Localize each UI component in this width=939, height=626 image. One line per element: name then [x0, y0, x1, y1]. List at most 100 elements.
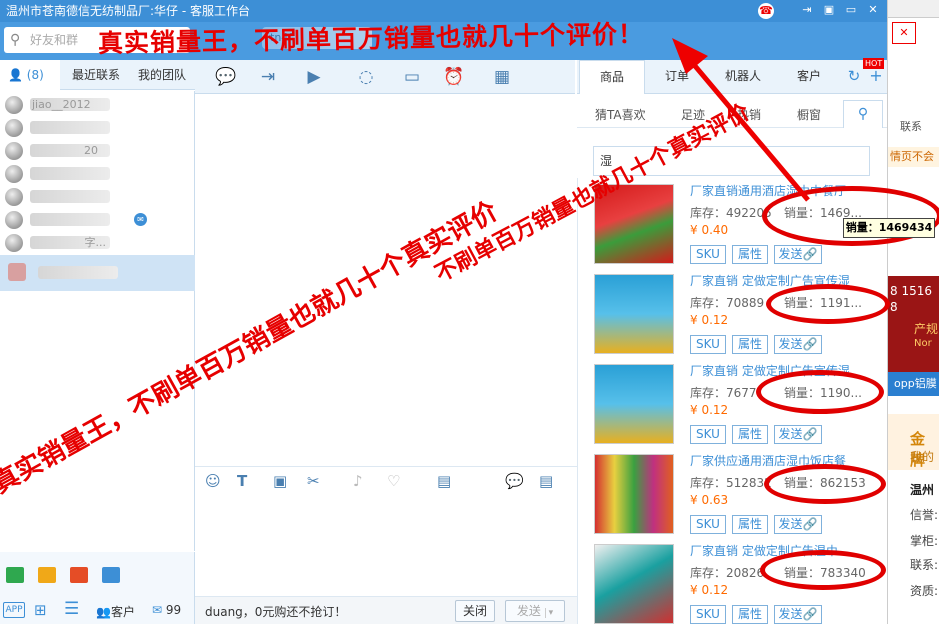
attribute-button[interactable]: 属性 — [732, 605, 768, 624]
scissors-icon[interactable]: ✂ — [307, 471, 320, 491]
image-icon[interactable]: ▣ — [273, 471, 287, 491]
contact-name — [38, 266, 118, 279]
send-product-button[interactable]: 发送🔗 — [774, 605, 822, 624]
sku-button[interactable]: SKU — [690, 605, 726, 624]
mail-button[interactable]: ✉ 99 — [152, 603, 181, 617]
customer-icon: 👥 — [96, 605, 111, 619]
contact-name: jiao__2012 — [30, 98, 110, 111]
send-product-label: 发送 — [778, 517, 803, 531]
sell-icon[interactable] — [102, 567, 120, 583]
product-stock: 库存：492205 — [690, 206, 772, 220]
customer-button[interactable]: 👥客户 — [96, 603, 135, 620]
chat-toolbar: 💬 ⇥ ▶ ◌ ▭ ⏰ ▦ — [195, 60, 575, 94]
message-input[interactable] — [195, 494, 577, 594]
list-item[interactable] — [0, 255, 195, 291]
edge-text: 温州 — [910, 483, 935, 497]
product-image[interactable] — [594, 364, 674, 444]
pin-icon[interactable]: ⇥ — [798, 2, 816, 18]
attribute-button[interactable]: 属性 — [732, 515, 768, 534]
avatar — [5, 142, 23, 160]
calendar-add-icon[interactable]: ▦ — [489, 66, 515, 88]
left-bottom-toolbar: APP ⊞ ☰ 👥客户 ✉ 99 — [0, 552, 195, 624]
font-icon[interactable]: T — [237, 471, 247, 491]
history-icon[interactable]: ▤ — [539, 471, 553, 491]
send-product-button[interactable]: 发送🔗 — [774, 335, 822, 354]
avatar — [5, 234, 23, 252]
list-item[interactable]: 20 — [0, 140, 195, 162]
list-item[interactable]: 字... — [0, 232, 195, 254]
tab-customers[interactable]: 客户 — [789, 60, 829, 94]
list-item[interactable] — [0, 163, 195, 185]
send-product-button[interactable]: 发送🔗 — [774, 515, 822, 534]
product-price: ¥ 0.63 — [690, 493, 729, 507]
attribute-button[interactable]: 属性 — [732, 425, 768, 444]
list-item[interactable]: jiao__2012 — [0, 94, 195, 116]
product-price: ¥ 0.12 — [690, 403, 729, 417]
quick-reply-icon[interactable]: 💬 — [505, 471, 524, 491]
group-chat-icon[interactable]: ◌ — [353, 66, 379, 88]
heart-icon[interactable]: ♡ — [387, 471, 400, 491]
sku-button[interactable]: SKU — [690, 335, 726, 354]
sku-button[interactable]: SKU — [690, 245, 726, 264]
tab-my-team[interactable]: 我的团队 — [138, 60, 186, 90]
calculator-icon[interactable]: ▤ — [437, 471, 451, 491]
emoji-icon[interactable]: ☺ — [205, 471, 221, 491]
send-product-label: 发送 — [778, 247, 803, 261]
message-icon[interactable]: ✉ — [134, 213, 147, 226]
shake-icon[interactable]: ♪ — [353, 471, 363, 491]
tab-guess-like[interactable]: 猜TA喜欢 — [595, 106, 646, 123]
store-icon[interactable] — [70, 567, 88, 583]
product-stock: 库存：7677 — [690, 386, 757, 400]
refresh-icon[interactable]: ↻ — [845, 60, 863, 94]
sku-button[interactable]: SKU — [690, 515, 726, 534]
right-tabs: 商品 订单 机器人 客户 ↻ + HOT — [577, 58, 887, 94]
tab-robot[interactable]: 机器人 — [715, 60, 771, 94]
tab-products[interactable]: 商品 — [579, 60, 645, 94]
list-icon[interactable]: ☰ — [64, 599, 79, 619]
edge-text: 信誉: — [910, 508, 939, 522]
close-icon[interactable]: ✕ — [864, 2, 882, 18]
list-item[interactable] — [0, 117, 195, 139]
send-button[interactable]: 发送 ▾ — [505, 600, 565, 622]
product-image[interactable] — [594, 274, 674, 354]
chevron-down-icon[interactable]: ▾ — [544, 608, 554, 618]
product-image[interactable] — [594, 454, 674, 534]
hot-badge: HOT — [863, 58, 885, 69]
browser-close-icon[interactable]: ✕ — [892, 22, 916, 44]
chat-bubble-icon[interactable]: 💬 — [213, 66, 239, 88]
phone-icon[interactable]: ☎ — [758, 3, 774, 19]
contact-name: 字... — [30, 236, 110, 249]
tab-recent[interactable]: 最近联系 — [72, 60, 120, 90]
screen-share-icon[interactable]: ▭ — [399, 66, 425, 88]
close-button[interactable]: 关闭 — [455, 600, 495, 622]
highlight-ellipse — [764, 464, 886, 504]
edge-text: 8 — [890, 300, 898, 314]
send-product-button[interactable]: 发送🔗 — [774, 425, 822, 444]
transfer-icon[interactable]: ⇥ — [255, 66, 281, 88]
sitemap-icon[interactable]: ⊞ — [34, 601, 47, 619]
sku-button[interactable]: SKU — [690, 425, 726, 444]
video-icon[interactable]: ▶ — [301, 66, 327, 88]
list-item[interactable]: ✉ — [0, 209, 195, 231]
gift-icon[interactable] — [38, 567, 56, 583]
attribute-button[interactable]: 属性 — [732, 245, 768, 264]
edge-text: 资质: — [910, 584, 939, 598]
attribute-button[interactable]: 属性 — [732, 335, 768, 354]
tab-contacts[interactable]: 👤 (8) — [0, 60, 60, 90]
search-placeholder: 好友和群 — [30, 33, 79, 47]
search-tab-icon[interactable]: ⚲ — [843, 100, 883, 128]
tab-showcase[interactable]: 橱窗 — [797, 106, 821, 123]
avatar — [8, 263, 26, 281]
product-image[interactable] — [594, 544, 674, 624]
shop-icon[interactable] — [6, 567, 24, 583]
skin-icon[interactable]: ▣ — [820, 2, 838, 18]
app-icon[interactable]: APP — [3, 602, 25, 618]
sales-tooltip: 销量：1469434 — [843, 218, 935, 238]
highlight-ellipse — [756, 370, 884, 414]
edge-text: 情页不会 — [888, 147, 939, 167]
tab-orders[interactable]: 订单 — [657, 60, 697, 94]
list-item[interactable] — [0, 186, 195, 208]
send-product-button[interactable]: 发送🔗 — [774, 245, 822, 264]
minimize-icon[interactable]: ▭ — [842, 2, 860, 18]
alarm-icon[interactable]: ⏰ — [441, 66, 467, 88]
